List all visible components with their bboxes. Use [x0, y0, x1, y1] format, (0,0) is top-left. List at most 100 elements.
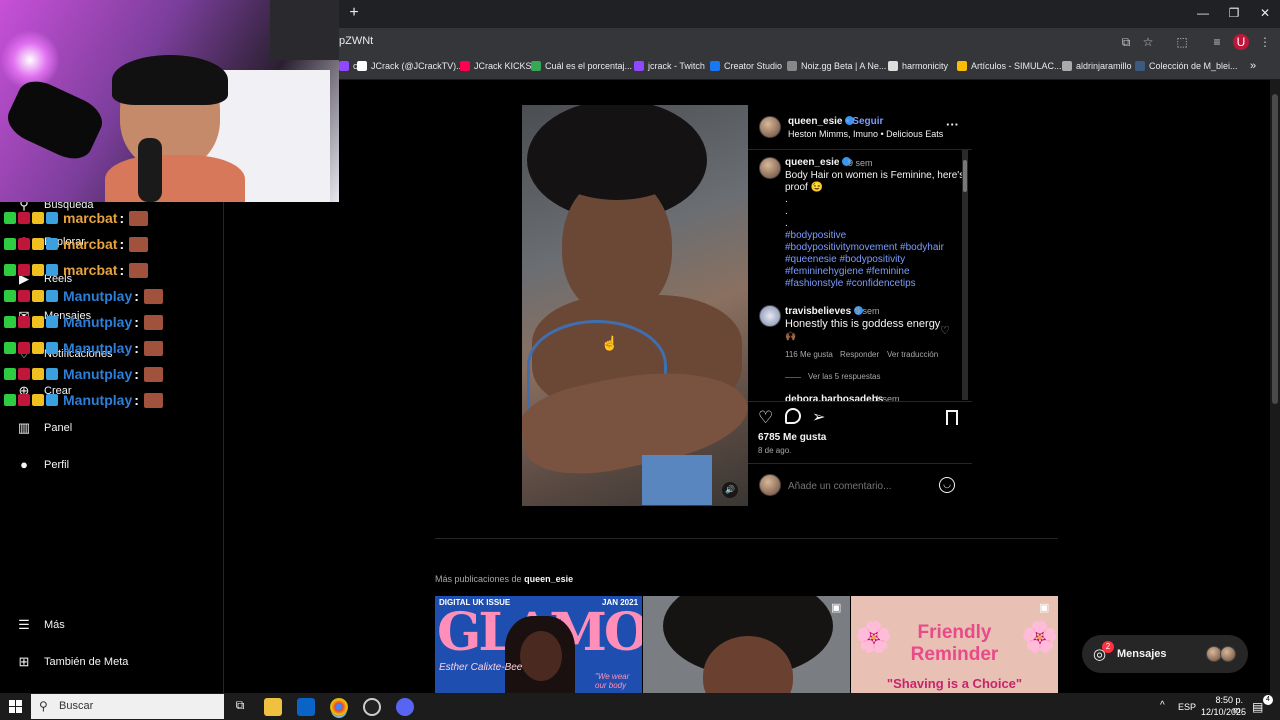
bookmark-item[interactable]: harmonicity — [888, 61, 948, 71]
windows-start-icon[interactable] — [9, 700, 22, 713]
more-bookmarks-icon[interactable]: » — [1250, 60, 1256, 72]
minimize-button[interactable]: — — [1188, 4, 1218, 22]
comment-icon[interactable] — [785, 408, 801, 424]
comment-user[interactable]: travisbelieves — [785, 306, 864, 317]
app-icon[interactable] — [363, 698, 381, 716]
language-indicator[interactable]: ESP — [1178, 702, 1196, 712]
sidebar-item-label: Perfil — [44, 459, 70, 471]
bookmark-item[interactable]: Noiz.gg Beta | A Ne... — [787, 61, 886, 71]
sidebar-item-7[interactable]: ● Perfil — [16, 457, 69, 473]
bookmark-label: JCrack KICKS — [474, 61, 532, 71]
sidebar-item-more[interactable]: ☰ Más — [16, 617, 65, 633]
hashtag-line[interactable]: #femininehygiene #feminine — [785, 266, 910, 277]
next-comment-time: 1 sem — [875, 394, 900, 401]
translate-button[interactable]: Ver traducción — [887, 350, 938, 359]
post-video[interactable]: 🔊 — [522, 105, 748, 506]
chat-message: marcbat : — [4, 236, 149, 252]
noiz-icon — [787, 61, 797, 71]
cast-icon[interactable]: ⧉ — [1118, 34, 1134, 50]
page-scroll-thumb[interactable] — [1272, 94, 1278, 404]
clock-date[interactable]: 12/10/2025 — [1201, 707, 1246, 717]
like-count[interactable]: 6785 Me gusta — [758, 432, 826, 443]
bookmark-item[interactable]: Creator Studio — [710, 61, 782, 71]
task-view-icon[interactable]: ⧉ — [231, 698, 249, 716]
bookmark-star-icon[interactable]: ☆ — [1140, 34, 1156, 50]
chrome-menu-icon[interactable]: ⋮ — [1257, 34, 1273, 50]
x-icon — [357, 61, 367, 71]
tiktok-icon — [460, 61, 470, 71]
profile-icon[interactable]: U — [1233, 34, 1249, 50]
mute-icon[interactable]: 🔊 — [722, 482, 738, 498]
tray-chevron-icon[interactable]: ^ — [1160, 700, 1165, 711]
bookmark-item[interactable]: aldrinjaramillo — [1062, 61, 1132, 71]
save-icon[interactable] — [946, 410, 958, 425]
bookmark-item[interactable]: JCrack (@JCrackTV)... — [357, 61, 464, 71]
my-avatar — [759, 474, 781, 496]
post-thumbnail[interactable]: DIGITAL UK ISSUE JAN 2021 GLAMOUR Esther… — [435, 596, 642, 693]
bookmark-label: harmonicity — [902, 61, 949, 71]
chrome-icon[interactable] — [330, 698, 348, 716]
chat-message: marcbat : — [4, 210, 149, 226]
chat-message: marcbat : — [4, 262, 149, 278]
audio-label[interactable]: Heston Mimms, Imuno • Delicious Eats — [788, 129, 943, 139]
more-options-icon[interactable]: ··· — [946, 117, 959, 132]
chat-separator: : — [134, 392, 139, 408]
hashtag-line[interactable]: #bodypositive — [785, 230, 846, 241]
caption-time: 9 sem — [848, 158, 873, 168]
emote-badge-icon — [46, 368, 58, 380]
thumb-text: Friendly — [917, 622, 992, 643]
taskbar-search[interactable]: ⚲ Buscar — [31, 694, 224, 719]
chat-avatar — [1220, 646, 1236, 662]
sub-badge-icon — [18, 368, 30, 380]
url-field[interactable]: pZWNt — [339, 35, 373, 47]
file-explorer-icon[interactable] — [264, 698, 282, 716]
comment-likes[interactable]: 116 Me gusta — [785, 350, 833, 359]
extensions-icon[interactable]: ⬚ — [1174, 34, 1190, 50]
comment-like-icon[interactable]: ♡ — [940, 324, 950, 337]
author-avatar[interactable] — [759, 116, 781, 138]
media-control-icon[interactable]: ≡ — [1209, 34, 1225, 50]
post-thumbnail[interactable]: 🌸 🌸 Friendly Reminder "Shaving is a Choi… — [851, 596, 1058, 693]
bookmark-label: Cuál es el porcentaj... — [545, 61, 633, 71]
more-posts-heading: Más publicaciones de queen_esie — [435, 574, 574, 584]
doc-icon — [531, 61, 541, 71]
caption-dot: . — [785, 194, 788, 205]
bookmark-item[interactable]: Artículos - SIMULAC... — [957, 61, 1062, 71]
follow-button[interactable]: • Seguir — [846, 116, 883, 127]
sidebar-item-6[interactable]: ▥ Panel — [16, 420, 72, 436]
comment-input[interactable] — [788, 478, 928, 494]
bookmark-item[interactable]: jcrack - Twitch — [634, 61, 705, 71]
close-window-button[interactable]: ✕ — [1250, 4, 1280, 22]
hashtag-line[interactable]: #bodypositivitymovement #bodyhair — [785, 242, 944, 253]
caption-avatar[interactable] — [759, 157, 781, 179]
reply-button[interactable]: Responder — [840, 350, 879, 359]
commenter-avatar[interactable] — [759, 305, 781, 327]
restore-button[interactable]: ❐ — [1219, 4, 1249, 22]
comments-scroll-thumb[interactable] — [963, 160, 967, 192]
bookmark-item[interactable]: Cuál es el porcentaj... — [531, 61, 632, 71]
emoji-icon[interactable]: ◡ — [939, 477, 955, 493]
post-author[interactable]: queen_esie — [788, 116, 855, 127]
caption-user[interactable]: queen_esie — [785, 157, 852, 168]
kick-badge-icon — [4, 316, 16, 328]
outlook-icon[interactable] — [297, 698, 315, 716]
chat-separator: : — [134, 288, 139, 304]
like-icon[interactable]: ♡ — [758, 408, 773, 428]
share-icon[interactable]: ➢ — [812, 407, 825, 427]
sidebar-item-meta[interactable]: ⊞ También de Meta — [16, 654, 129, 670]
post-thumbnail[interactable]: ▣ — [643, 596, 850, 693]
hashtag-line[interactable]: #queenesie #bodypositivity — [785, 254, 905, 265]
chat-separator: : — [119, 210, 125, 226]
next-comment-user[interactable]: debora.barbosadebs — [785, 394, 883, 401]
notification-center-icon[interactable]: ▤ — [1252, 700, 1263, 714]
sub-badge-icon — [18, 394, 30, 406]
view-replies-button[interactable]: Ver las 5 respuestas — [808, 372, 880, 381]
more-posts-user[interactable]: queen_esie — [524, 574, 573, 584]
bookmark-item[interactable]: JCrack KICKS — [460, 61, 532, 71]
bookmark-item[interactable]: Colección de M_blei... — [1135, 61, 1238, 71]
discord-icon[interactable] — [396, 698, 414, 716]
comment-time: 9 sem — [855, 306, 880, 316]
new-tab-button[interactable]: + — [345, 4, 363, 22]
emote-badge-icon — [46, 342, 58, 354]
hashtag-line[interactable]: #fashionstyle #confidencetips — [785, 278, 916, 289]
